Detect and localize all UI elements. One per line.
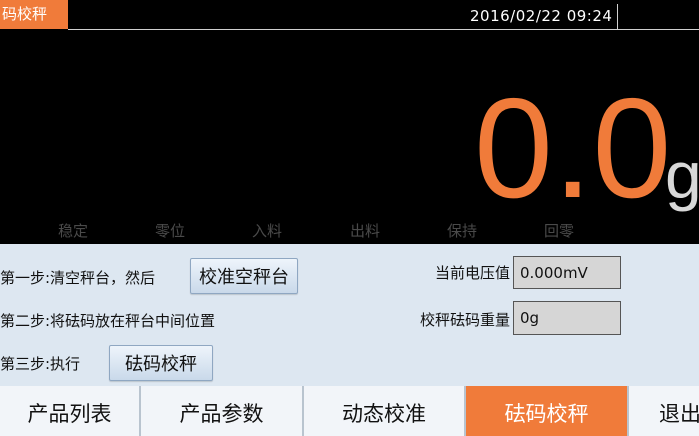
- screen-title: 码校秤: [0, 0, 68, 29]
- nav-exit[interactable]: 退出: [629, 386, 699, 436]
- nav-dynamic-calibration[interactable]: 动态校准: [304, 386, 466, 436]
- indicator-zero: 零位: [155, 222, 186, 240]
- calibration-weight-label: 校秤砝码重量: [419, 311, 510, 329]
- nav-weight-calibration[interactable]: 砝码校秤: [466, 386, 629, 436]
- calibration-panel: 第一步:清空秤台，然后 校准空秤台 第二步:将砝码放在秤台中间位置 第三步:执行…: [0, 244, 699, 384]
- calibrate-empty-button[interactable]: 校准空秤台: [190, 258, 298, 294]
- indicator-feed-out: 出料: [350, 222, 381, 240]
- calibration-weight-field[interactable]: [513, 301, 621, 335]
- nav-product-params[interactable]: 产品参数: [141, 386, 304, 436]
- date-time: 2016/02/22 09:24: [470, 7, 613, 25]
- step1-text: 第一步:清空秤台，然后: [0, 269, 156, 287]
- indicator-feed-in: 入料: [252, 222, 283, 240]
- clock-divider: [617, 4, 618, 29]
- weight-readout: 0.0: [474, 69, 672, 228]
- top-bar: 码校秤 2016/02/22 09:24: [0, 0, 699, 30]
- status-indicators: 稳定 零位 入料 出料 保持 回零: [0, 220, 699, 244]
- nav-product-list[interactable]: 产品列表: [0, 386, 141, 436]
- step2-text: 第二步:将砝码放在秤台中间位置: [0, 312, 216, 330]
- indicator-stable: 稳定: [58, 222, 89, 240]
- bottom-nav: 产品列表 产品参数 动态校准 砝码校秤 退出: [0, 384, 699, 436]
- voltage-field[interactable]: [513, 256, 621, 289]
- indicator-return-zero: 回零: [544, 222, 575, 240]
- voltage-label: 当前电压值: [434, 264, 510, 282]
- indicator-hold: 保持: [447, 222, 478, 240]
- weight-unit: g: [665, 138, 699, 212]
- weight-calibrate-button[interactable]: 砝码校秤: [109, 345, 213, 381]
- header-divider: [68, 29, 699, 30]
- step3-text: 第三步:执行: [0, 355, 81, 373]
